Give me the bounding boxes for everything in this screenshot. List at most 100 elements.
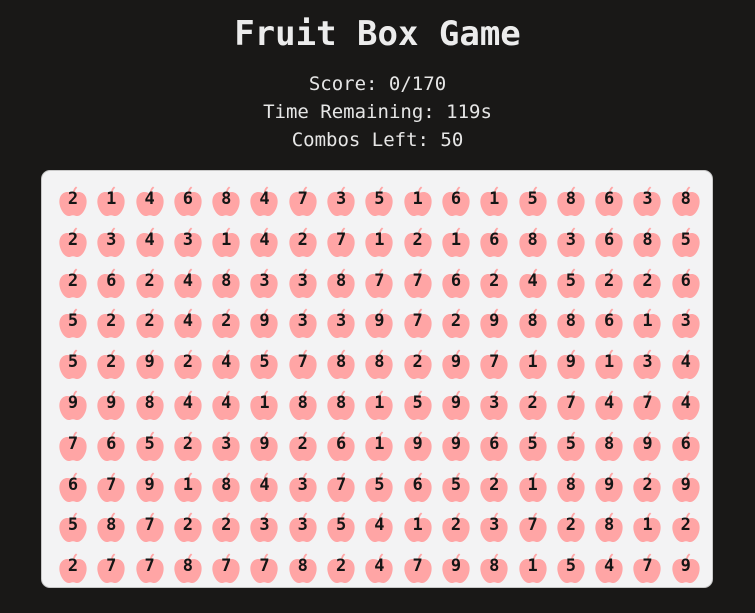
apple-cell[interactable]: 1 — [590, 344, 628, 384]
apple-cell[interactable]: 1 — [360, 426, 398, 466]
apple-cell[interactable]: 1 — [399, 181, 437, 221]
apple-cell[interactable]: 2 — [54, 181, 92, 221]
apple-cell[interactable]: 6 — [169, 181, 207, 221]
apple-cell[interactable]: 2 — [207, 507, 245, 547]
apple-cell[interactable]: 7 — [284, 181, 322, 221]
apple-cell[interactable]: 4 — [169, 303, 207, 343]
apple-cell[interactable]: 8 — [552, 467, 590, 507]
apple-cell[interactable]: 9 — [667, 467, 705, 507]
apple-cell[interactable]: 8 — [628, 222, 666, 262]
apple-cell[interactable]: 9 — [590, 467, 628, 507]
apple-cell[interactable]: 2 — [437, 303, 475, 343]
apple-cell[interactable]: 7 — [92, 467, 130, 507]
apple-cell[interactable]: 6 — [399, 467, 437, 507]
apple-cell[interactable]: 6 — [667, 426, 705, 466]
apple-cell[interactable]: 9 — [92, 385, 130, 425]
apple-cell[interactable]: 8 — [475, 548, 513, 588]
apple-cell[interactable]: 8 — [207, 181, 245, 221]
apple-cell[interactable]: 3 — [284, 303, 322, 343]
apple-cell[interactable]: 2 — [169, 426, 207, 466]
apple-cell[interactable]: 5 — [552, 548, 590, 588]
apple-cell[interactable]: 9 — [628, 426, 666, 466]
apple-cell[interactable]: 1 — [514, 344, 552, 384]
apple-cell[interactable]: 6 — [92, 426, 130, 466]
apple-cell[interactable]: 9 — [437, 548, 475, 588]
apple-cell[interactable]: 3 — [284, 507, 322, 547]
game-board[interactable]: 2146847351615863823431427121683685262483… — [41, 170, 713, 588]
apple-cell[interactable]: 4 — [514, 263, 552, 303]
apple-cell[interactable]: 2 — [399, 344, 437, 384]
apple-cell[interactable]: 8 — [667, 181, 705, 221]
apple-cell[interactable]: 3 — [628, 344, 666, 384]
apple-cell[interactable]: 5 — [514, 181, 552, 221]
apple-cell[interactable]: 3 — [475, 385, 513, 425]
apple-cell[interactable]: 2 — [475, 467, 513, 507]
apple-cell[interactable]: 4 — [360, 507, 398, 547]
apple-cell[interactable]: 7 — [552, 385, 590, 425]
apple-grid[interactable]: 2146847351615863823431427121683685262483… — [54, 181, 705, 589]
apple-cell[interactable]: 7 — [245, 548, 283, 588]
apple-cell[interactable]: 6 — [667, 263, 705, 303]
apple-cell[interactable]: 3 — [284, 263, 322, 303]
apple-cell[interactable]: 5 — [437, 467, 475, 507]
apple-cell[interactable]: 5 — [54, 344, 92, 384]
apple-cell[interactable]: 5 — [552, 426, 590, 466]
apple-cell[interactable]: 5 — [54, 303, 92, 343]
apple-cell[interactable]: 8 — [284, 548, 322, 588]
apple-cell[interactable]: 3 — [322, 303, 360, 343]
apple-cell[interactable]: 9 — [245, 303, 283, 343]
apple-cell[interactable]: 9 — [437, 426, 475, 466]
apple-cell[interactable]: 7 — [92, 548, 130, 588]
apple-cell[interactable]: 9 — [437, 344, 475, 384]
apple-cell[interactable]: 1 — [475, 181, 513, 221]
apple-cell[interactable]: 8 — [322, 263, 360, 303]
apple-cell[interactable]: 9 — [131, 467, 169, 507]
apple-cell[interactable]: 6 — [590, 181, 628, 221]
apple-cell[interactable]: 3 — [169, 222, 207, 262]
apple-cell[interactable]: 2 — [475, 263, 513, 303]
apple-cell[interactable]: 3 — [245, 263, 283, 303]
apple-cell[interactable]: 9 — [131, 344, 169, 384]
apple-cell[interactable]: 2 — [92, 303, 130, 343]
apple-cell[interactable]: 1 — [245, 385, 283, 425]
apple-cell[interactable]: 7 — [131, 548, 169, 588]
apple-cell[interactable]: 7 — [322, 467, 360, 507]
apple-cell[interactable]: 6 — [475, 426, 513, 466]
apple-cell[interactable]: 7 — [360, 263, 398, 303]
apple-cell[interactable]: 4 — [207, 344, 245, 384]
apple-cell[interactable]: 2 — [54, 222, 92, 262]
apple-cell[interactable]: 9 — [475, 303, 513, 343]
apple-cell[interactable]: 9 — [360, 303, 398, 343]
apple-cell[interactable]: 6 — [437, 181, 475, 221]
apple-cell[interactable]: 3 — [322, 181, 360, 221]
apple-cell[interactable]: 5 — [131, 426, 169, 466]
apple-cell[interactable]: 7 — [284, 344, 322, 384]
apple-cell[interactable]: 7 — [207, 548, 245, 588]
apple-cell[interactable]: 4 — [131, 181, 169, 221]
apple-cell[interactable]: 2 — [54, 263, 92, 303]
apple-cell[interactable]: 8 — [514, 303, 552, 343]
apple-cell[interactable]: 2 — [169, 507, 207, 547]
apple-cell[interactable]: 2 — [54, 548, 92, 588]
apple-cell[interactable]: 1 — [207, 222, 245, 262]
apple-cell[interactable]: 4 — [245, 181, 283, 221]
apple-cell[interactable]: 4 — [169, 385, 207, 425]
apple-cell[interactable]: 5 — [245, 344, 283, 384]
apple-cell[interactable]: 8 — [514, 222, 552, 262]
apple-cell[interactable]: 3 — [475, 507, 513, 547]
apple-cell[interactable]: 7 — [628, 385, 666, 425]
apple-cell[interactable]: 2 — [437, 507, 475, 547]
apple-cell[interactable]: 7 — [322, 222, 360, 262]
apple-cell[interactable]: 7 — [628, 548, 666, 588]
apple-cell[interactable]: 6 — [590, 303, 628, 343]
apple-cell[interactable]: 5 — [360, 181, 398, 221]
apple-cell[interactable]: 3 — [284, 467, 322, 507]
apple-cell[interactable]: 8 — [322, 385, 360, 425]
apple-cell[interactable]: 5 — [552, 263, 590, 303]
apple-cell[interactable]: 4 — [360, 548, 398, 588]
apple-cell[interactable]: 2 — [590, 263, 628, 303]
apple-cell[interactable]: 4 — [667, 385, 705, 425]
apple-cell[interactable]: 3 — [667, 303, 705, 343]
apple-cell[interactable]: 2 — [552, 507, 590, 547]
apple-cell[interactable]: 3 — [207, 426, 245, 466]
